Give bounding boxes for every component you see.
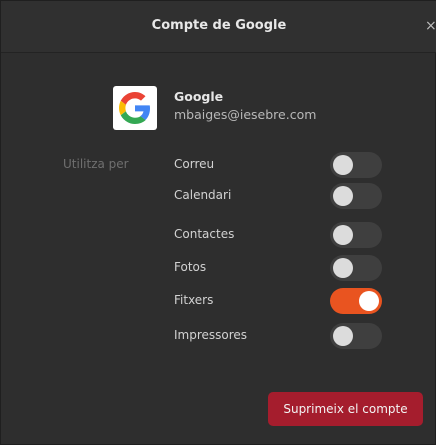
account-email: mbaiges@iesebre.com — [174, 107, 317, 122]
account-dialog: Compte de Google × Google mbaiges@iesebr… — [0, 0, 436, 445]
mail-toggle[interactable] — [330, 152, 382, 178]
account-name: Google — [174, 89, 224, 104]
toggle-knob — [333, 225, 353, 245]
service-label-mail: Correu — [174, 157, 215, 171]
use-for-label: Utilitza per — [63, 157, 129, 171]
service-label-contacts: Contactes — [174, 227, 235, 241]
service-label-printers: Impressores — [174, 328, 248, 342]
remove-account-button[interactable]: Suprimeix el compte — [268, 392, 423, 426]
service-label-calendar: Calendari — [174, 188, 232, 202]
toggle-knob — [333, 258, 353, 278]
toggle-knob — [333, 186, 353, 206]
service-label-files: Fitxers — [174, 293, 214, 307]
calendar-toggle[interactable] — [330, 183, 382, 209]
contacts-toggle[interactable] — [330, 222, 382, 248]
dialog-title: Compte de Google — [151, 18, 287, 33]
printers-toggle[interactable] — [330, 323, 382, 349]
toggle-knob — [359, 291, 379, 311]
files-toggle[interactable] — [330, 288, 382, 314]
close-button[interactable]: × — [425, 16, 436, 36]
google-logo-icon — [113, 86, 157, 130]
toggle-knob — [333, 326, 353, 346]
header-bar: Compte de Google × — [1, 1, 436, 53]
photos-toggle[interactable] — [330, 255, 382, 281]
service-label-photos: Fotos — [174, 260, 207, 274]
toggle-knob — [333, 155, 353, 175]
